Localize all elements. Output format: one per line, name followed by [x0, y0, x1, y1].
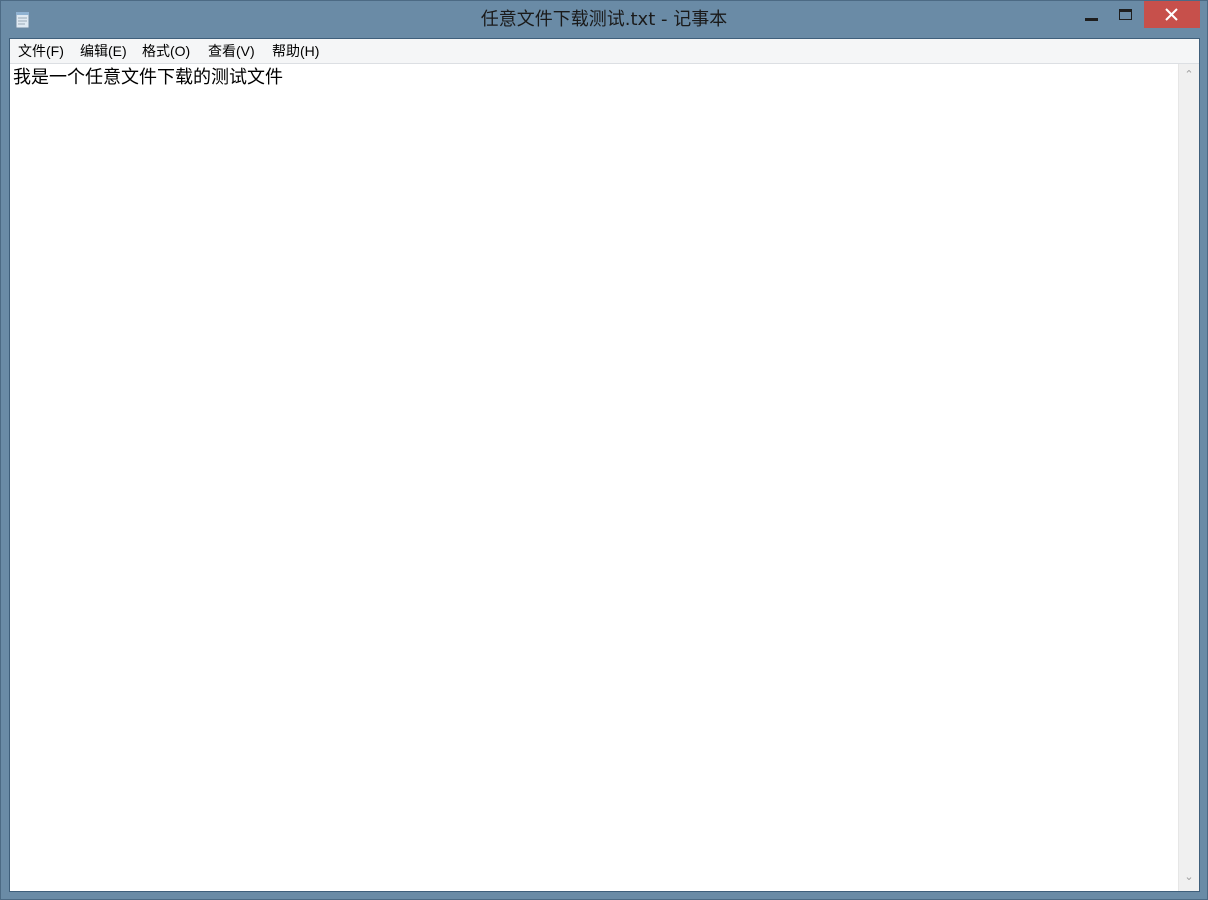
- editor-content[interactable]: 我是一个任意文件下载的测试文件: [13, 65, 283, 90]
- maximize-button[interactable]: [1106, 1, 1144, 28]
- menu-file[interactable]: 文件(F): [17, 39, 65, 63]
- notepad-window: 任意文件下载测试.txt - 记事本 文件(F) 编辑(E) 格式(O) 查看(…: [0, 0, 1208, 900]
- maximize-icon: [1119, 9, 1132, 20]
- menu-edit[interactable]: 编辑(E): [79, 39, 128, 63]
- window-title: 任意文件下载测试.txt - 记事本: [480, 9, 728, 30]
- text-editor[interactable]: 我是一个任意文件下载的测试文件: [10, 64, 1178, 891]
- scroll-up-arrow-icon[interactable]: ⌃: [1182, 68, 1196, 82]
- scroll-down-arrow-icon[interactable]: ⌄: [1182, 870, 1196, 884]
- menu-help[interactable]: 帮助(H): [271, 39, 320, 63]
- menu-bar: 文件(F) 编辑(E) 格式(O) 查看(V) 帮助(H): [10, 39, 1199, 64]
- close-button[interactable]: [1144, 1, 1200, 28]
- close-icon: [1165, 8, 1178, 21]
- menu-format[interactable]: 格式(O): [141, 39, 191, 63]
- vertical-scrollbar[interactable]: ⌃ ⌄: [1178, 64, 1199, 891]
- client-area: 文件(F) 编辑(E) 格式(O) 查看(V) 帮助(H) 我是一个任意文件下载…: [9, 38, 1200, 892]
- title-bar[interactable]: 任意文件下载测试.txt - 记事本: [1, 1, 1207, 38]
- menu-view[interactable]: 查看(V): [207, 39, 256, 63]
- minimize-button[interactable]: [1076, 1, 1106, 28]
- minimize-icon: [1085, 18, 1098, 21]
